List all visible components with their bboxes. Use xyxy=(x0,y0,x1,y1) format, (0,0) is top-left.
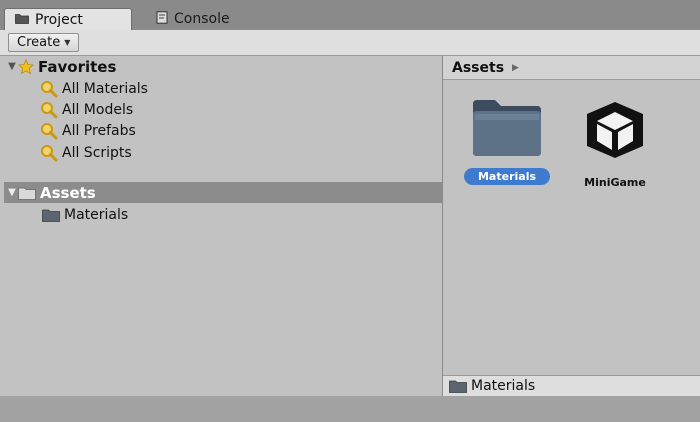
create-button[interactable]: Create ▼ xyxy=(8,33,80,52)
favorite-item-all-materials[interactable]: All Materials xyxy=(4,78,442,99)
favorite-item-all-scripts[interactable]: All Scripts xyxy=(4,142,442,163)
star-icon xyxy=(17,58,35,75)
favorite-item-label: All Materials xyxy=(62,80,148,97)
breadcrumb-assets[interactable]: Assets xyxy=(452,60,504,76)
search-icon xyxy=(40,122,58,140)
asset-label: MiniGame xyxy=(584,176,646,189)
favorite-item-label: All Scripts xyxy=(62,144,132,161)
favorite-item-label: All Models xyxy=(62,101,134,118)
selection-path-label: Materials xyxy=(471,378,536,394)
expand-arrow-icon[interactable]: ▼ xyxy=(6,187,18,198)
folder-icon xyxy=(449,379,467,393)
breadcrumb-arrow-icon: ▶ xyxy=(512,62,519,73)
favorites-label: Favorites xyxy=(38,57,117,76)
create-button-label: Create xyxy=(17,35,61,50)
asset-grid: Materials MiniGame xyxy=(443,80,700,375)
breadcrumb: Assets ▶ xyxy=(443,56,700,80)
assets-label: Assets xyxy=(40,183,96,202)
tab-strip: Project Console xyxy=(0,0,700,30)
tab-project-label: Project xyxy=(35,11,83,28)
favorite-item-all-prefabs[interactable]: All Prefabs xyxy=(4,120,442,141)
asset-label: Materials xyxy=(463,168,551,185)
asset-materials-folder[interactable]: Materials xyxy=(457,94,557,185)
tab-console-label: Console xyxy=(174,11,230,27)
search-icon xyxy=(40,144,58,162)
unity-logo-icon xyxy=(577,94,653,168)
search-icon xyxy=(40,101,58,119)
console-icon xyxy=(156,10,168,28)
folder-icon xyxy=(18,186,36,200)
search-icon xyxy=(40,80,58,98)
favorite-item-label: All Prefabs xyxy=(62,122,136,139)
status-bar xyxy=(0,396,700,422)
favorite-item-all-models[interactable]: All Models xyxy=(4,99,442,120)
tab-project[interactable]: Project xyxy=(4,8,132,30)
tab-console[interactable]: Console xyxy=(146,8,256,30)
tree-item-materials[interactable]: Materials xyxy=(4,204,442,225)
asset-minigame[interactable]: MiniGame xyxy=(565,94,665,191)
tree-assets[interactable]: ▼ Assets xyxy=(4,182,442,203)
folder-icon xyxy=(15,12,29,28)
tree-favorites[interactable]: ▼ Favorites xyxy=(4,56,442,77)
toolbar: Create ▼ xyxy=(0,30,700,56)
tree-item-label: Materials xyxy=(64,206,129,223)
folder-tree-panel: ▼ Favorites All Materials All Models All… xyxy=(4,56,442,396)
folder-icon xyxy=(42,208,60,222)
project-window: Project Console Create ▼ ▼ Favorites All… xyxy=(0,0,700,422)
dropdown-caret-icon: ▼ xyxy=(64,38,71,47)
folder-icon xyxy=(469,94,545,162)
selection-path-bar: Materials xyxy=(443,375,700,396)
expand-arrow-icon[interactable]: ▼ xyxy=(6,61,18,72)
